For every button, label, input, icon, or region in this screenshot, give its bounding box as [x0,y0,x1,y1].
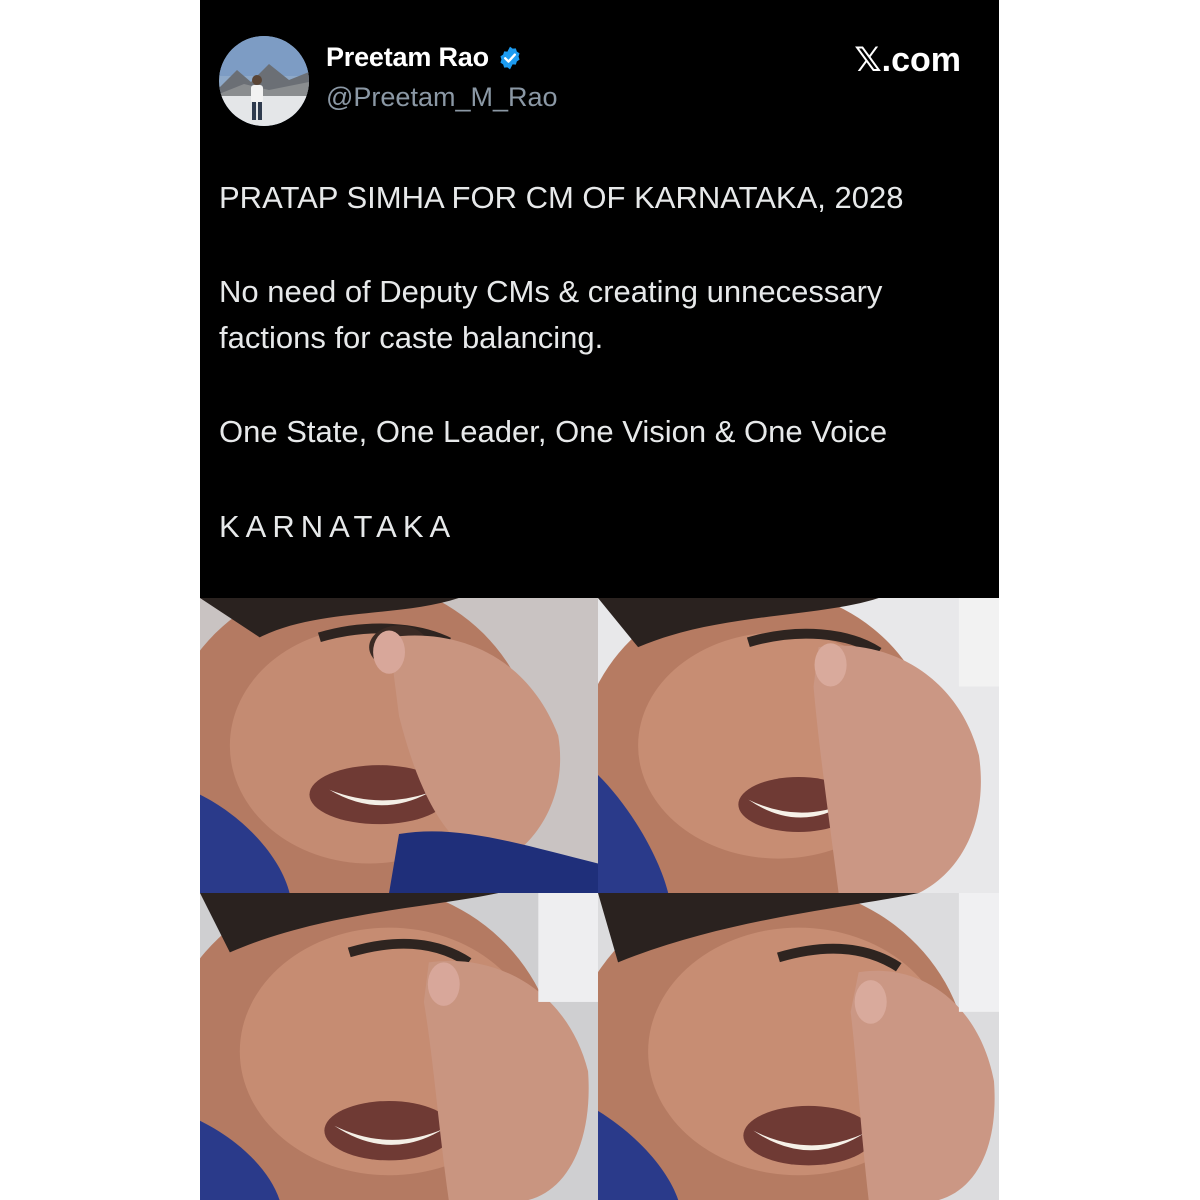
meme-panel-2[interactable] [598,598,999,893]
brand-label: .com [881,41,961,79]
tweet: Preetam Rao @Preetam_M_Rao 𝕏 .com PRATAP… [200,0,999,598]
crying-man-image-icon [598,893,999,1200]
x-logo-icon: 𝕏 [854,40,882,80]
tweet-text-line-4: KARNATAKA [219,509,457,544]
meme-panel-1[interactable] [200,598,598,893]
author-display-name: Preetam Rao [326,42,489,72]
verified-badge-icon [500,46,520,69]
avatar[interactable] [219,36,309,126]
tweet-text-line-3: One State, One Leader, One Vision & One … [219,414,888,449]
tweet-text-line-2: No need of Deputy CMs & creating unneces… [219,274,883,355]
author-handle[interactable]: @Preetam_M_Rao [326,82,558,113]
tweet-text-line-1: PRATAP SIMHA FOR CM OF KARNATAKA, 2028 [219,180,904,215]
meme-image-grid [200,598,999,1200]
crying-man-image-icon [200,893,598,1200]
crying-man-image-icon [598,598,999,893]
crying-man-image-icon [200,598,598,893]
meme-panel-3[interactable] [200,893,598,1200]
author-name[interactable]: Preetam Rao [326,42,523,73]
tweet-screenshot-card: Preetam Rao @Preetam_M_Rao 𝕏 .com PRATAP… [200,0,999,1200]
meme-panel-4[interactable] [598,893,999,1200]
avatar-photo-icon [219,36,309,126]
x-com-brand[interactable]: 𝕏 .com [854,40,961,80]
